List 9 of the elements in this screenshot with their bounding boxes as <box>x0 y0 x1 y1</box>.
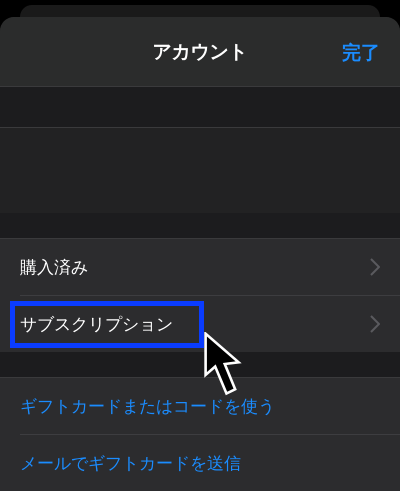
list-item[interactable]: サブスクリプション <box>10 300 204 348</box>
sheet-title: アカウント <box>152 40 248 65</box>
done-button[interactable]: 完了 <box>342 40 380 66</box>
list-link[interactable]: メールでギフトカードを送信 <box>20 446 245 480</box>
list-link[interactable]: ギフトカードまたはコードを使う <box>20 388 279 424</box>
chevron-icon <box>370 315 380 334</box>
chevron-icon <box>370 258 380 276</box>
cursor-icon <box>203 332 243 396</box>
list-item[interactable]: 購入済み <box>20 250 92 285</box>
